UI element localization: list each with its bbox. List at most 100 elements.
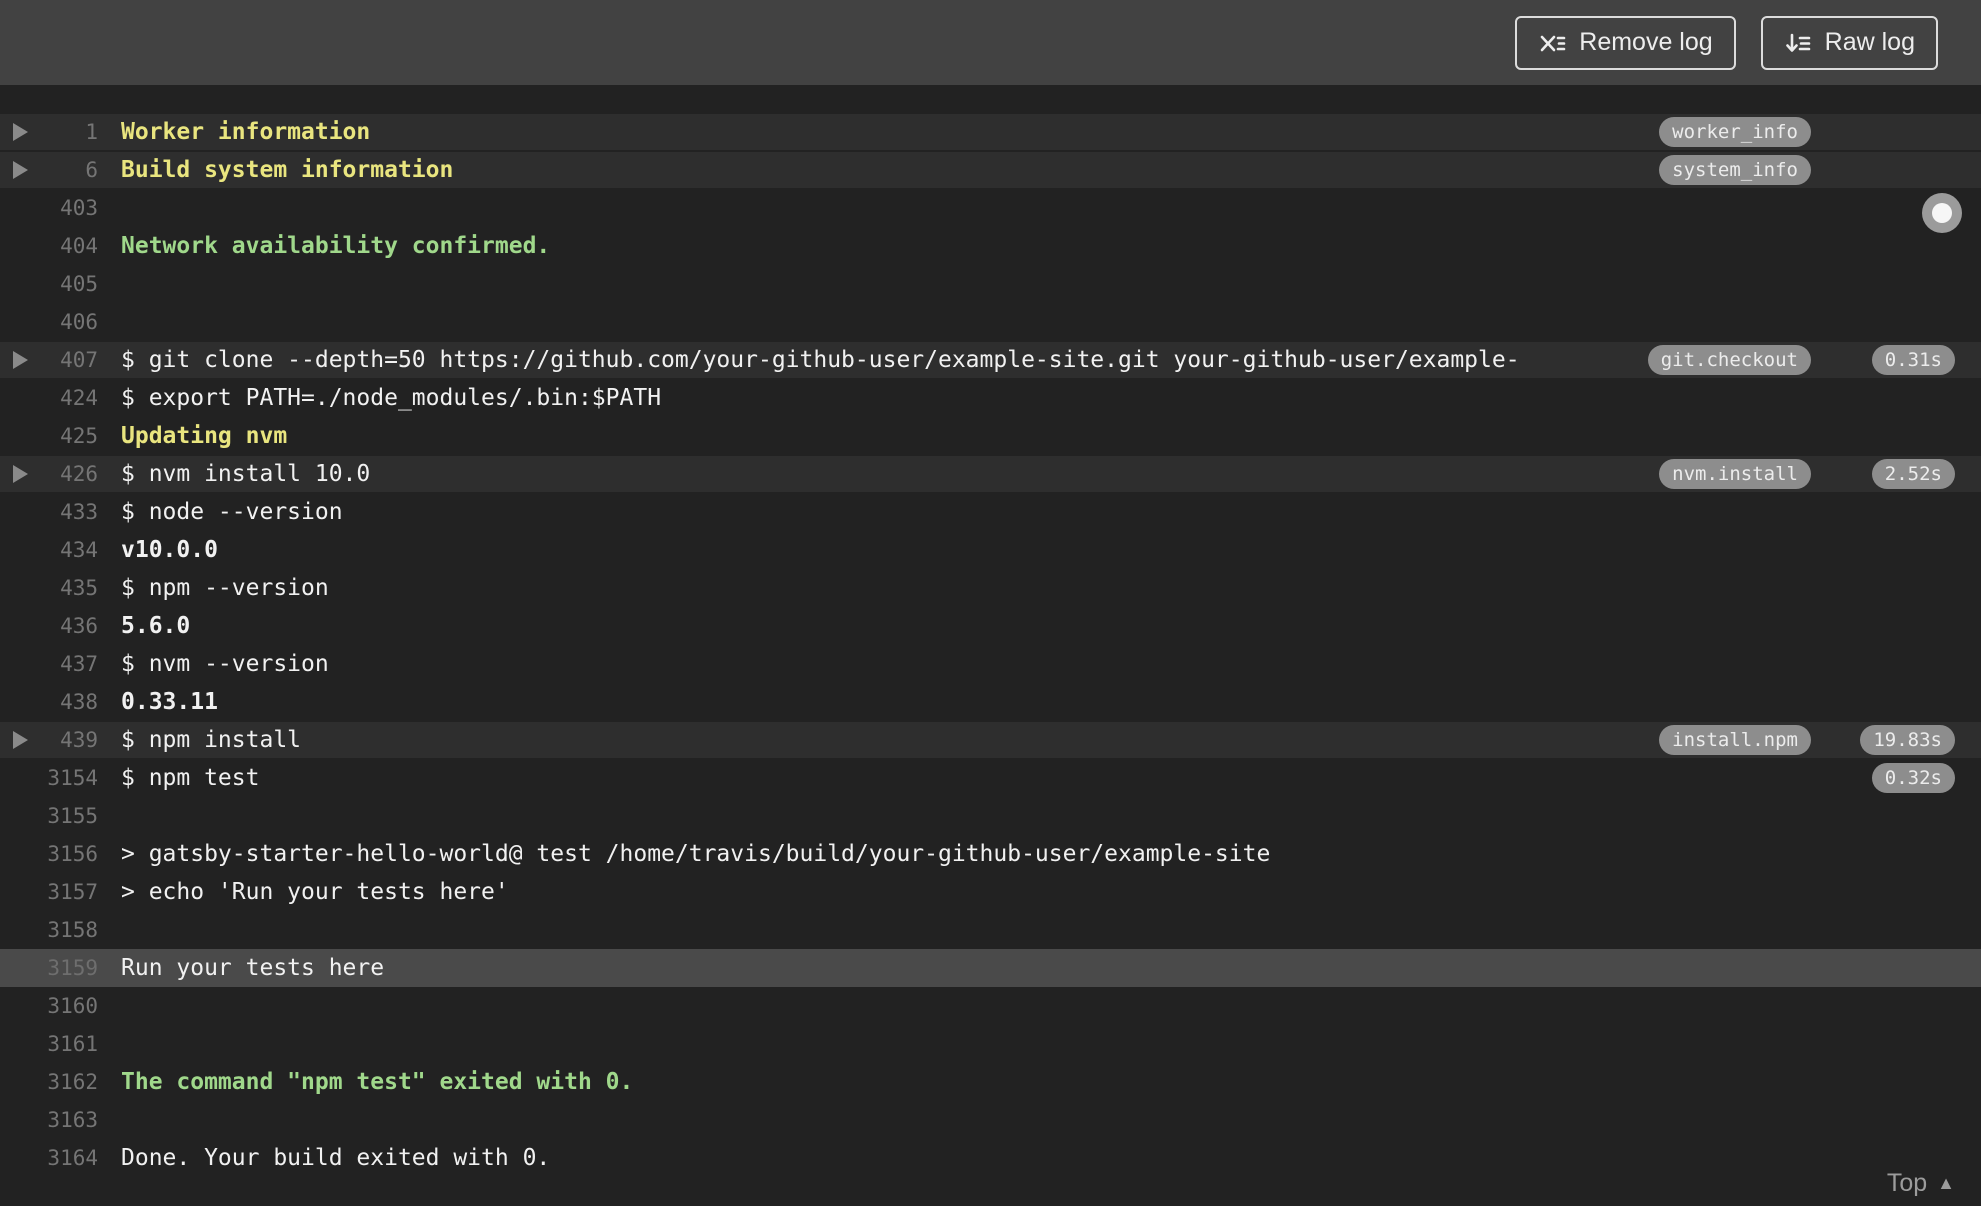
up-arrow-icon: ▲ [1937, 1173, 1955, 1193]
line-badges: 0.32s [1851, 763, 1955, 793]
scroll-position-indicator[interactable] [1922, 193, 1962, 233]
log-line: 3155 [0, 797, 1981, 835]
log-line: 404 Network availability confirmed. [0, 227, 1981, 265]
line-number[interactable]: 439 [40, 728, 98, 752]
duration-slot: 19.83s [1851, 725, 1955, 755]
log-line: 3156 > gatsby-starter-hello-world@ test /… [0, 835, 1981, 873]
log-line: 433 $ node --version [0, 493, 1981, 531]
log-rows: 1 Worker information worker_info 6 Build sys… [0, 113, 1981, 1177]
line-number[interactable]: 3159 [40, 956, 98, 980]
line-number[interactable]: 436 [40, 614, 98, 638]
fold-toggle-icon[interactable] [13, 123, 28, 141]
fold-arrow-cell [0, 161, 40, 179]
log-line: 3154 $ npm test 0.32s [0, 759, 1981, 797]
duration-badge: 0.31s [1871, 345, 1955, 375]
fold-name-badge: git.checkout [1647, 345, 1811, 375]
fold-toggle-icon[interactable] [13, 161, 28, 179]
log-line: 3160 [0, 987, 1981, 1025]
fold-name-badge: system_info [1659, 155, 1811, 185]
log-text: Updating nvm [121, 423, 288, 449]
line-badges: worker_info [1659, 117, 1955, 147]
log-line: 436 5.6.0 [0, 607, 1981, 645]
line-number[interactable]: 425 [40, 424, 98, 448]
scroll-position-dot [1932, 203, 1952, 223]
line-number[interactable]: 3163 [40, 1108, 98, 1132]
line-number[interactable]: 3158 [40, 918, 98, 942]
log-line: 403 [0, 189, 1981, 227]
log-line: 437 $ nvm --version [0, 645, 1981, 683]
line-number[interactable]: 407 [40, 348, 98, 372]
line-number[interactable]: 426 [40, 462, 98, 486]
line-badges: nvm.install 2.52s [1659, 459, 1955, 489]
line-badges: system_info [1659, 155, 1955, 185]
log-text: 5.6.0 [121, 613, 191, 639]
log-text: > gatsby-starter-hello-world@ test /home… [121, 841, 1271, 867]
line-number[interactable]: 3155 [40, 804, 98, 828]
log-line: 1 Worker information worker_info [0, 113, 1981, 151]
fold-name-badge: worker_info [1659, 117, 1811, 147]
remove-log-icon [1540, 35, 1566, 51]
fold-arrow-cell [0, 351, 40, 369]
log-text: $ npm test [121, 765, 260, 791]
log-line: 425 Updating nvm [0, 417, 1981, 455]
line-number[interactable]: 404 [40, 234, 98, 258]
remove-log-button[interactable]: Remove log [1515, 15, 1736, 70]
line-number[interactable]: 406 [40, 310, 98, 334]
line-number[interactable]: 6 [40, 158, 98, 182]
log-line: 407 $ git clone --depth=50 https://github… [0, 341, 1981, 379]
log-line: 434 v10.0.0 [0, 531, 1981, 569]
log-line: 3159 Run your tests here [0, 949, 1981, 987]
fold-toggle-icon[interactable] [13, 465, 28, 483]
log-line: 3164 Done. Your build exited with 0. [0, 1139, 1981, 1177]
line-number[interactable]: 405 [40, 272, 98, 296]
log-toolbar: Remove log Raw log [0, 0, 1981, 85]
line-number[interactable]: 438 [40, 690, 98, 714]
line-number[interactable]: 3164 [40, 1146, 98, 1170]
log-line: 405 [0, 265, 1981, 303]
log-text: The command "npm test" exited with 0. [121, 1069, 634, 1095]
log-text: $ git clone --depth=50 https://github.co… [121, 347, 1520, 373]
line-number[interactable]: 403 [40, 196, 98, 220]
fold-toggle-icon[interactable] [13, 731, 28, 749]
duration-slot: 0.32s [1851, 763, 1955, 793]
log-line: 406 [0, 303, 1981, 341]
log-text: Network availability confirmed. [121, 233, 551, 259]
log-text: 0.33.11 [121, 689, 218, 715]
fold-name-badge: nvm.install [1659, 459, 1811, 489]
line-number[interactable]: 1 [40, 120, 98, 144]
line-number[interactable]: 424 [40, 386, 98, 410]
log-text: > echo 'Run your tests here' [121, 879, 509, 905]
raw-log-label: Raw log [1824, 28, 1915, 56]
line-number[interactable]: 434 [40, 538, 98, 562]
remove-log-label: Remove log [1579, 28, 1713, 56]
line-number[interactable]: 3154 [40, 766, 98, 790]
duration-badge: 19.83s [1860, 725, 1955, 755]
duration-slot: 0.31s [1851, 345, 1955, 375]
log-line: 424 $ export PATH=./node_modules/.bin:$PA… [0, 379, 1981, 417]
log-line: 6 Build system information system_info [0, 151, 1981, 189]
line-number[interactable]: 3157 [40, 880, 98, 904]
log-line: 439 $ npm install install.npm 19.83s [0, 721, 1981, 759]
scroll-to-top-button[interactable]: Top ▲ [1887, 1169, 1955, 1198]
fold-arrow-cell [0, 465, 40, 483]
log-text: $ npm install [121, 727, 302, 753]
line-badges: install.npm 19.83s [1659, 725, 1955, 755]
line-number[interactable]: 437 [40, 652, 98, 676]
fold-toggle-icon[interactable] [13, 351, 28, 369]
log-line: 426 $ nvm install 10.0 nvm.install 2.52s [0, 455, 1981, 493]
line-number[interactable]: 3161 [40, 1032, 98, 1056]
top-label: Top [1886, 1169, 1928, 1197]
line-number[interactable]: 3160 [40, 994, 98, 1018]
line-number[interactable]: 435 [40, 576, 98, 600]
line-number[interactable]: 3156 [40, 842, 98, 866]
log-line: 435 $ npm --version [0, 569, 1981, 607]
line-number[interactable]: 3162 [40, 1070, 98, 1094]
build-log: 1 Worker information worker_info 6 Build sys… [0, 85, 1981, 1177]
raw-log-button[interactable]: Raw log [1760, 15, 1938, 70]
log-text: $ node --version [121, 499, 343, 525]
line-badges: git.checkout 0.31s [1647, 345, 1955, 375]
line-number[interactable]: 433 [40, 500, 98, 524]
duration-badge: 0.32s [1871, 763, 1955, 793]
log-text: v10.0.0 [121, 537, 218, 563]
log-line: 3162 The command "npm test" exited with 0… [0, 1063, 1981, 1101]
